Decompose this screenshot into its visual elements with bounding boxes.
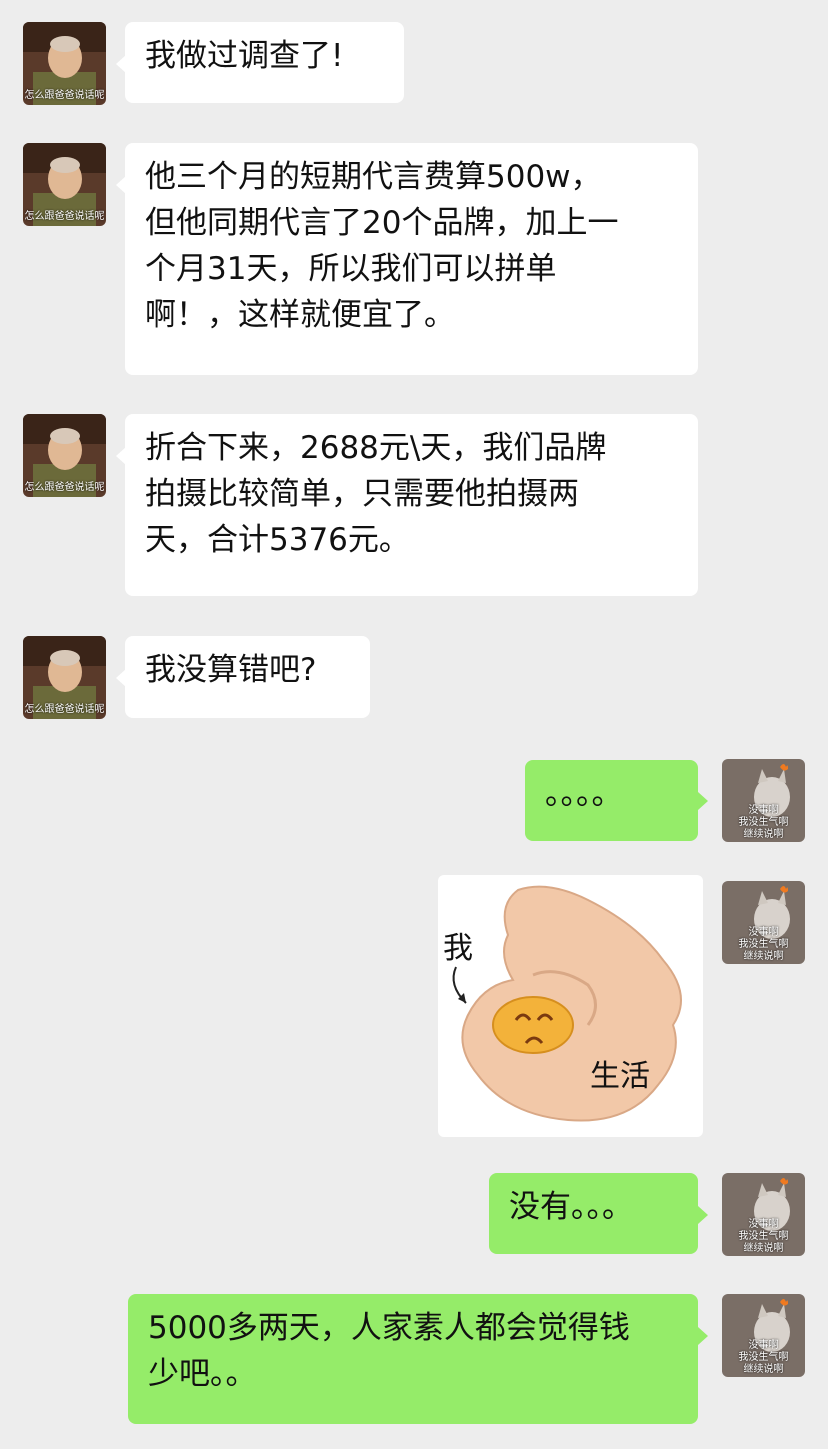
avatar-caption: 怎么跟爸爸说话呢 <box>24 90 105 101</box>
ok-hand-icon <box>452 885 682 1122</box>
self-avatar[interactable]: 没事啊 我没生气啊 继续说啊 <box>722 1294 805 1377</box>
avatar-caption: 没事啊 <box>748 927 779 938</box>
avatar-caption: 继续说啊 <box>743 951 784 962</box>
avatar-caption: 继续说啊 <box>743 1243 784 1254</box>
sticker-image[interactable]: 我 生活 <box>438 875 703 1137</box>
bubble-tail <box>698 1327 708 1345</box>
bubble-tail <box>698 1206 708 1224</box>
avatar-caption: 我没生气啊 <box>738 1231 789 1242</box>
sender-avatar[interactable]: 怎么跟爸爸说话呢 <box>23 143 106 226</box>
message-bubble[interactable]: 我没算错吧? <box>125 636 370 718</box>
avatar-caption: 没事啊 <box>748 1340 779 1351</box>
sticker-label-life: 生活 <box>590 1059 650 1094</box>
avatar-caption: 没事啊 <box>748 1219 779 1230</box>
avatar-caption: 继续说啊 <box>743 829 784 840</box>
self-avatar[interactable]: 没事啊 我没生气啊 继续说啊 <box>722 1173 805 1256</box>
avatar-caption: 我没生气啊 <box>738 939 789 950</box>
self-avatar[interactable]: 没事啊 我没生气啊 继续说啊 <box>722 759 805 842</box>
message-bubble[interactable]: 我做过调查了! <box>125 22 404 103</box>
avatar-caption: 怎么跟爸爸说话呢 <box>24 211 105 222</box>
sender-avatar[interactable]: 怎么跟爸爸说话呢 <box>23 22 106 105</box>
self-avatar[interactable]: 没事啊 我没生气啊 继续说啊 <box>722 881 805 964</box>
avatar-caption: 继续说啊 <box>743 1364 784 1375</box>
message-bubble[interactable]: 他三个月的短期代言费算500w， 但他同期代言了20个品牌，加上一 个月31天，… <box>125 143 698 375</box>
avatar-caption: 我没生气啊 <box>738 817 789 828</box>
avatar-caption: 我没生气啊 <box>738 1352 789 1363</box>
avatar-caption: 怎么跟爸爸说话呢 <box>24 704 105 715</box>
message-bubble[interactable]: 没有。。。 <box>489 1173 698 1254</box>
sticker-label-me: 我 <box>443 931 473 966</box>
message-bubble[interactable]: 。。。。 <box>525 760 698 841</box>
bubble-tail <box>698 792 708 810</box>
avatar-caption: 没事啊 <box>748 805 779 816</box>
message-bubble[interactable]: 5000多两天，人家素人都会觉得钱 少吧。。 <box>128 1294 698 1424</box>
message-bubble[interactable]: 折合下来，2688元\天，我们品牌 拍摄比较简单，只需要他拍摄两 天，合计537… <box>125 414 698 596</box>
sender-avatar[interactable]: 怎么跟爸爸说话呢 <box>23 636 106 719</box>
sender-avatar[interactable]: 怎么跟爸爸说话呢 <box>23 414 106 497</box>
avatar-caption: 怎么跟爸爸说话呢 <box>24 482 105 493</box>
